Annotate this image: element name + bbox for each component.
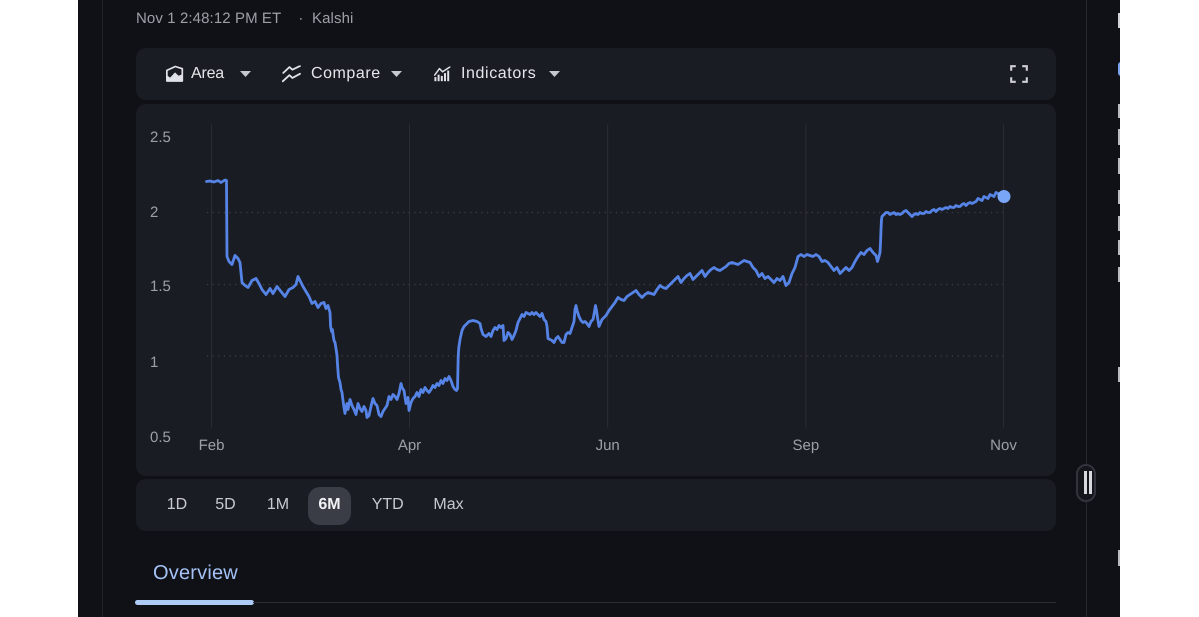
svg-text:1: 1: [150, 354, 158, 371]
svg-text:Feb: Feb: [199, 437, 225, 454]
svg-text:1.5: 1.5: [150, 278, 171, 295]
svg-text:2.5: 2.5: [150, 129, 171, 146]
svg-text:Sep: Sep: [793, 437, 820, 454]
svg-text:2: 2: [150, 204, 158, 221]
svg-text:0.5: 0.5: [150, 429, 171, 446]
svg-text:Nov: Nov: [990, 437, 1017, 454]
svg-text:Jun: Jun: [596, 437, 620, 454]
svg-text:Apr: Apr: [398, 437, 421, 454]
